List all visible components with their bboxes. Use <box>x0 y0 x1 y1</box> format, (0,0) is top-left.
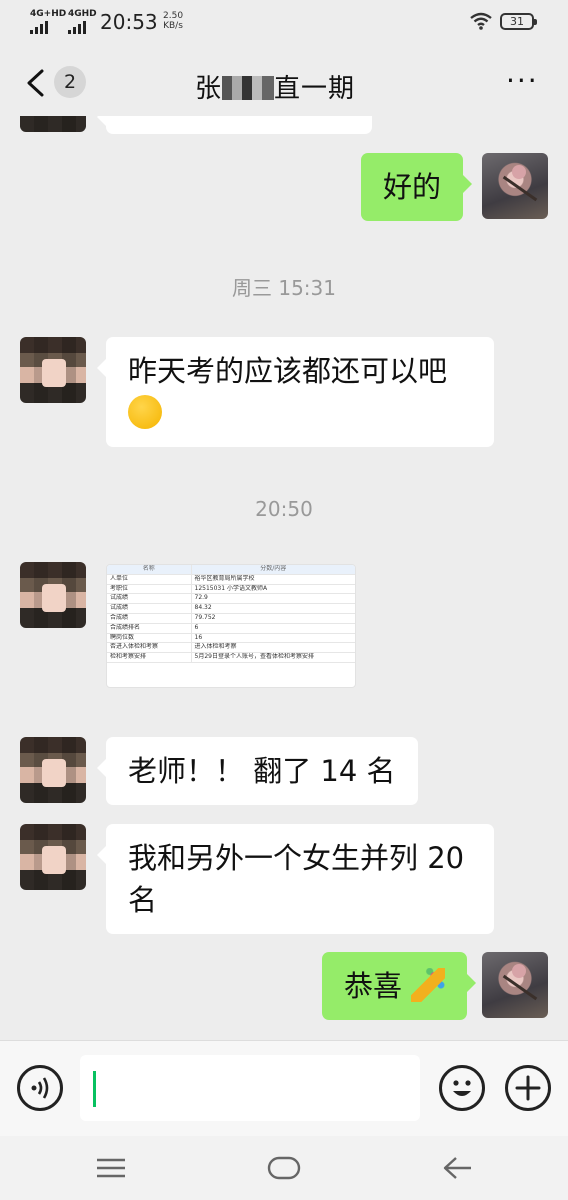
chat-title-suffix: 直一期 <box>274 74 356 104</box>
table-row: 否进入体检和考察 进入体检和考察 <box>107 642 355 654</box>
table-row: 人单位 裕华区教育局所属学校 <box>107 574 355 585</box>
my-avatar[interactable] <box>482 952 548 1018</box>
table-cell: 聘岗位数 <box>107 633 192 644</box>
signal-1-label: 4G+HD <box>30 9 67 19</box>
table-cell: 试成绩 <box>107 593 192 605</box>
voice-input-icon <box>31 1077 49 1099</box>
table-cell: 79.752 <box>191 613 355 624</box>
message-list[interactable]: 好的 周三 15:31 昨天考的应该都还可以吧 20:50 名称 分数/内容 人… <box>0 116 568 1040</box>
table-cell: 合成绩 <box>107 613 192 624</box>
party-popper-icon <box>411 968 446 1002</box>
system-navigation-bar <box>0 1136 568 1200</box>
table-row: 考职位 12515031 小学语文教师A <box>107 584 355 595</box>
table-cell: 考职位 <box>107 584 192 595</box>
peer-avatar[interactable] <box>20 562 86 628</box>
status-bar: 4G+HD 4GHD 20:53 2.50 KB/s 31 <box>0 0 568 44</box>
table-cell: 72.9 <box>191 593 355 605</box>
table-cell: 84.32 <box>191 603 355 614</box>
wifi-icon <box>470 12 492 30</box>
network-speed: 2.50 KB/s <box>163 11 183 31</box>
table-cell: 试成绩 <box>107 603 192 614</box>
image-message[interactable]: 名称 分数/内容 人单位 裕华区教育局所属学校 考职位 12515031 小学语文教… <box>106 564 356 688</box>
peer-avatar[interactable] <box>20 116 86 132</box>
back-arrow-icon[interactable] <box>441 1154 473 1182</box>
signal-2-bars-icon <box>68 21 97 34</box>
add-button[interactable] <box>505 1065 551 1111</box>
table-row: 试成绩 72.9 <box>107 593 355 605</box>
table-row: 检和考察安排 5月29日登录个人账号，查看体检和考察安排 <box>107 652 355 663</box>
table-row: 合成绩 79.752 <box>107 613 355 624</box>
message-text: 昨天考的应该都还可以吧 <box>128 354 448 388</box>
message-bubble-in[interactable]: 我和另外一个女生并列 20 名 <box>97 824 494 934</box>
table-cell: 否进入体检和考察 <box>107 642 192 654</box>
table-header-row: 名称 分数/内容 <box>107 565 355 575</box>
score-table: 名称 分数/内容 人单位 裕华区教育局所属学校 考职位 12515031 小学语文教… <box>107 565 355 663</box>
chat-header: 2 张 直一期 ··· <box>0 50 568 116</box>
table-cell: 合成绩排名 <box>107 623 192 634</box>
message-bubble-in[interactable]: 昨天考的应该都还可以吧 <box>97 337 494 447</box>
home-icon[interactable] <box>266 1154 302 1182</box>
signal-1-bars-icon <box>30 21 66 34</box>
table-row: 合成绩排名 6 <box>107 623 355 634</box>
input-bar <box>0 1040 568 1136</box>
emoji-icon <box>453 1080 471 1096</box>
message-bubble-out[interactable]: 恭喜 <box>322 952 477 1020</box>
table-cell: 检和考察安排 <box>107 652 192 663</box>
table-cell: 12515031 小学语文教师A <box>191 584 355 595</box>
peer-avatar[interactable] <box>20 824 86 890</box>
peer-avatar[interactable] <box>20 737 86 803</box>
voice-input-button[interactable] <box>17 1065 63 1111</box>
message-bubble-out[interactable]: 好的 <box>361 153 473 221</box>
more-options-button[interactable]: ··· <box>506 67 539 95</box>
table-cell: 6 <box>191 623 355 634</box>
emoji-button[interactable] <box>439 1065 485 1111</box>
unread-count-badge[interactable]: 2 <box>54 66 86 98</box>
shush-face-icon <box>128 395 162 429</box>
message-input[interactable] <box>80 1055 420 1121</box>
peer-avatar[interactable] <box>20 337 86 403</box>
speed-unit: KB/s <box>163 21 183 31</box>
mosaic-redaction <box>222 76 275 100</box>
timestamp: 周三 15:31 <box>232 276 336 300</box>
battery-icon: 31 <box>500 13 537 30</box>
table-cell: 5月29日登录个人账号，查看体检和考察安排 <box>191 652 355 663</box>
chat-title: 张 直一期 <box>195 68 355 105</box>
back-icon[interactable] <box>24 68 46 98</box>
table-cell: 人单位 <box>107 574 192 585</box>
message-bubble-cropped[interactable] <box>97 116 372 134</box>
table-header-cell: 分数/内容 <box>191 565 355 575</box>
menu-icon[interactable] <box>95 1156 127 1180</box>
signal-1: 4G+HD <box>30 10 66 34</box>
table-cell: 16 <box>191 633 355 644</box>
message-bubble-in[interactable]: 老师！！ 翻了 14 名 <box>97 737 418 805</box>
plus-icon <box>515 1075 541 1101</box>
table-cell: 进入体检和考察 <box>191 642 355 654</box>
my-avatar[interactable] <box>482 153 548 219</box>
message-text: 恭喜 <box>344 969 403 1003</box>
table-header-cell: 名称 <box>107 565 192 575</box>
speed-value: 2.50 <box>163 11 184 21</box>
signal-2: 4GHD <box>68 10 97 34</box>
table-cell: 裕华区教育局所属学校 <box>191 574 355 585</box>
chat-title-prefix: 张 <box>195 74 223 104</box>
table-row: 试成绩 84.32 <box>107 603 355 614</box>
table-row: 聘岗位数 16 <box>107 633 355 644</box>
signal-2-label: 4GHD <box>68 9 97 19</box>
text-caret <box>93 1071 96 1107</box>
clock: 20:53 <box>100 10 158 34</box>
timestamp: 20:50 <box>255 497 313 521</box>
